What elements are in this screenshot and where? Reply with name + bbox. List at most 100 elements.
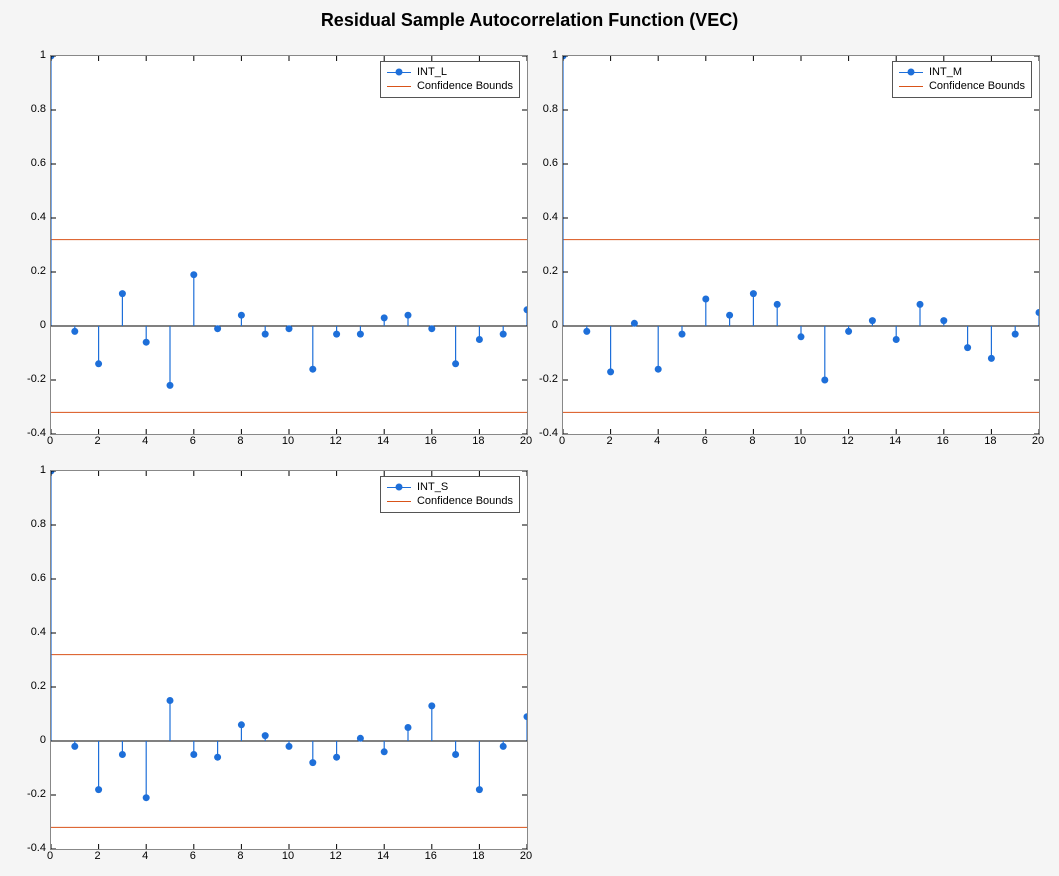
legend-entry-bounds: Confidence Bounds	[387, 79, 513, 93]
acf-marker	[143, 339, 150, 346]
acf-marker	[679, 331, 686, 338]
x-tick-label: 18	[472, 850, 484, 862]
y-tick-label: -0.4	[16, 842, 46, 854]
y-tick-label: 0.2	[16, 680, 46, 692]
x-tick-label: 14	[377, 850, 389, 862]
legend-series-label: INT_L	[417, 65, 447, 79]
y-tick-label: 0	[16, 734, 46, 746]
legend-entry-series: INT_M	[899, 65, 1025, 79]
acf-marker	[405, 724, 412, 731]
y-tick-label: 0.6	[16, 157, 46, 169]
x-tick-label: 18	[984, 435, 996, 447]
acf-marker	[655, 366, 662, 373]
legend-entry-series: INT_L	[387, 65, 513, 79]
acf-marker	[71, 743, 78, 750]
acf-marker	[702, 296, 709, 303]
x-tick-label: 18	[472, 435, 484, 447]
acf-marker	[1012, 331, 1019, 338]
acf-marker	[524, 306, 528, 313]
y-tick-label: -0.4	[528, 427, 558, 439]
y-tick-label: 1	[16, 464, 46, 476]
acf-marker	[563, 56, 567, 60]
x-tick-label: 16	[425, 850, 437, 862]
acf-marker	[940, 317, 947, 324]
y-tick-label: 0.6	[16, 572, 46, 584]
acf-marker	[476, 336, 483, 343]
y-tick-label: 0.4	[528, 211, 558, 223]
legend: INT_MConfidence Bounds	[892, 61, 1032, 98]
legend-bounds-label: Confidence Bounds	[417, 79, 513, 93]
x-tick-label: 14	[377, 435, 389, 447]
y-tick-label: -0.2	[528, 373, 558, 385]
acf-marker	[190, 751, 197, 758]
acf-marker	[405, 312, 412, 319]
x-tick-label: 8	[237, 850, 243, 862]
acf-marker	[238, 312, 245, 319]
legend-series-label: INT_M	[929, 65, 962, 79]
y-tick-label: 0	[16, 319, 46, 331]
acf-marker	[286, 743, 293, 750]
legend-entry-bounds: Confidence Bounds	[387, 494, 513, 508]
x-tick-label: 10	[794, 435, 806, 447]
x-tick-label: 12	[329, 435, 341, 447]
x-tick-label: 12	[329, 850, 341, 862]
acf-marker	[71, 328, 78, 335]
acf-marker	[774, 301, 781, 308]
legend: INT_LConfidence Bounds	[380, 61, 520, 98]
acf-marker	[286, 325, 293, 332]
acf-marker	[750, 290, 757, 297]
x-tick-label: 8	[237, 435, 243, 447]
acf-marker	[357, 735, 364, 742]
acf-marker	[845, 328, 852, 335]
y-tick-label: 0.8	[16, 518, 46, 530]
y-tick-label: 0.4	[16, 626, 46, 638]
legend-entry-bounds: Confidence Bounds	[899, 79, 1025, 93]
y-tick-label: 1	[16, 49, 46, 61]
acf-marker	[167, 697, 174, 704]
x-tick-label: 6	[702, 435, 708, 447]
acf-marker	[238, 721, 245, 728]
y-tick-label: -0.2	[16, 373, 46, 385]
acf-marker	[607, 368, 614, 375]
acf-marker	[190, 271, 197, 278]
acf-marker	[798, 333, 805, 340]
acf-marker	[51, 56, 55, 60]
acf-marker	[726, 312, 733, 319]
acf-marker	[631, 320, 638, 327]
legend-bounds-label: Confidence Bounds	[929, 79, 1025, 93]
acf-marker	[214, 325, 221, 332]
y-tick-label: -0.2	[16, 788, 46, 800]
subplot-int-l	[50, 55, 528, 435]
acf-marker	[893, 336, 900, 343]
x-tick-label: 20	[1032, 435, 1044, 447]
y-tick-label: 0.8	[16, 103, 46, 115]
acf-marker	[964, 344, 971, 351]
x-tick-label: 0	[559, 435, 565, 447]
x-tick-label: 14	[889, 435, 901, 447]
x-tick-label: 4	[654, 435, 660, 447]
acf-marker	[95, 786, 102, 793]
legend: INT_SConfidence Bounds	[380, 476, 520, 513]
acf-marker	[119, 751, 126, 758]
acf-marker	[95, 360, 102, 367]
x-tick-label: 6	[190, 850, 196, 862]
x-tick-label: 16	[425, 435, 437, 447]
acf-marker	[821, 377, 828, 384]
x-tick-label: 4	[142, 850, 148, 862]
acf-marker	[309, 759, 316, 766]
x-tick-label: 0	[47, 435, 53, 447]
acf-marker	[988, 355, 995, 362]
y-tick-label: 0	[528, 319, 558, 331]
y-tick-label: 1	[528, 49, 558, 61]
acf-marker	[309, 366, 316, 373]
x-tick-label: 4	[142, 435, 148, 447]
y-tick-label: 0.8	[528, 103, 558, 115]
x-tick-label: 2	[95, 435, 101, 447]
figure-container: Residual Sample Autocorrelation Function…	[0, 0, 1059, 876]
x-tick-label: 12	[841, 435, 853, 447]
acf-marker	[500, 331, 507, 338]
y-tick-label: 0.2	[528, 265, 558, 277]
acf-marker	[333, 331, 340, 338]
x-tick-label: 2	[607, 435, 613, 447]
legend-series-label: INT_S	[417, 480, 448, 494]
